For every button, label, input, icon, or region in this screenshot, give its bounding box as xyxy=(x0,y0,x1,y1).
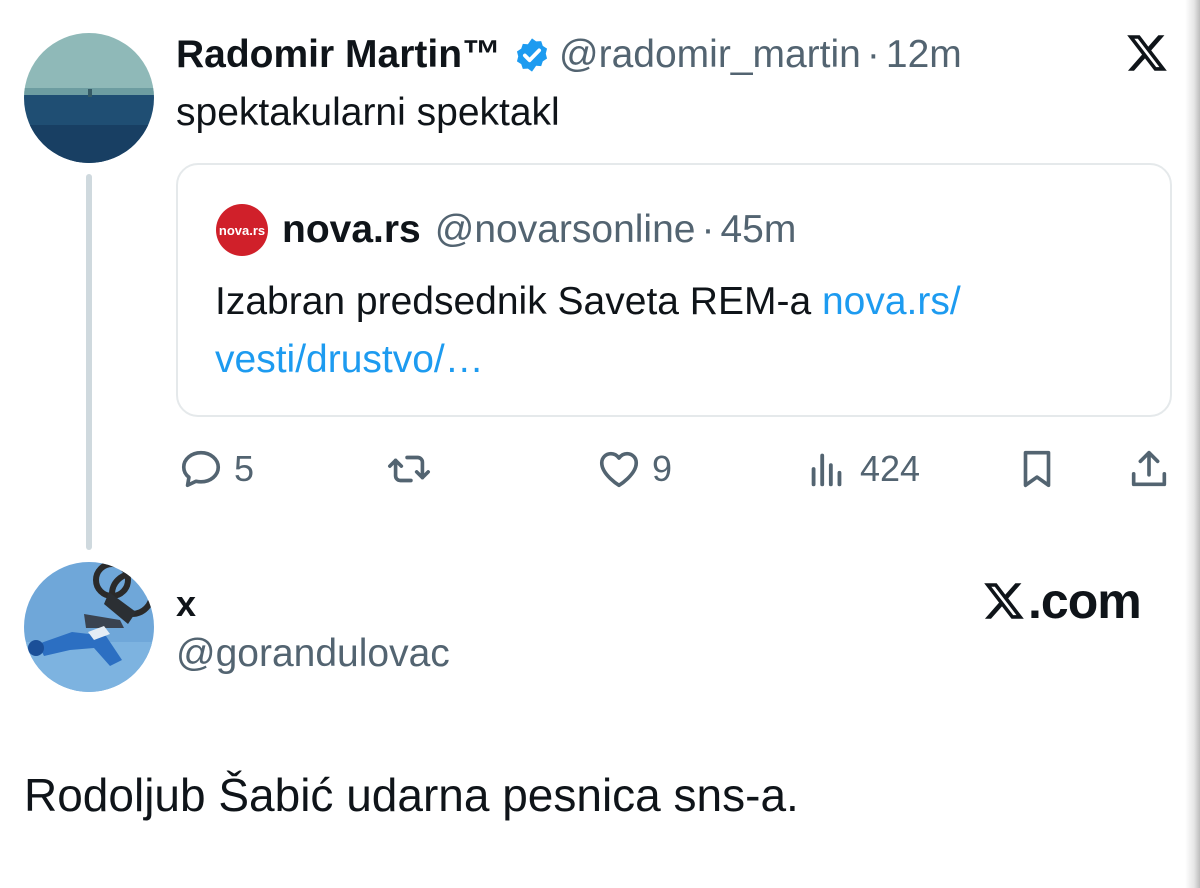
verified-badge-icon xyxy=(513,36,551,74)
author-name[interactable]: Radomir Martin™ xyxy=(176,33,501,77)
post-text: Rodoljub Šabić udarna pesnica sns-a. xyxy=(24,769,799,821)
article-link-part1[interactable]: nova.rs/ xyxy=(822,280,961,323)
share-icon xyxy=(1131,450,1167,487)
tweet-actions-bar: 5 9 424 xyxy=(176,444,1172,494)
quoted-tweet-header: nova.rs nova.rs @novarsonline · 45m xyxy=(216,204,796,256)
x-logo-icon xyxy=(1124,31,1170,75)
x-com-brand-text: .com xyxy=(1028,573,1142,629)
reply-icon xyxy=(181,450,221,488)
scrollbar-edge xyxy=(1185,0,1200,888)
tweet-header: Radomir Martin™ @radomir_martin · 12m xyxy=(176,30,962,80)
separator-dot: · xyxy=(866,33,880,76)
nova-rs-logo: nova.rs xyxy=(216,204,268,256)
reply-button[interactable]: 5 xyxy=(178,444,254,494)
views-icon xyxy=(811,453,842,487)
avatar-radomir-martin[interactable] xyxy=(24,33,154,163)
view-count: 424 xyxy=(860,448,921,489)
like-count: 9 xyxy=(652,448,673,489)
x-logo-icon xyxy=(984,583,1024,619)
post-author-name[interactable]: x xyxy=(176,583,196,625)
tweet-text: spektakularni spektakl xyxy=(176,91,560,134)
retweet-button[interactable] xyxy=(386,444,432,494)
article-link-part2[interactable]: vesti/drustvo/… xyxy=(215,338,484,381)
post-author-handle[interactable]: @gorandulovac xyxy=(176,632,450,676)
like-button[interactable]: 9 xyxy=(596,444,672,494)
x-com-brand: .com xyxy=(982,572,1142,630)
retweet-icon xyxy=(388,455,430,483)
quoted-tweet-text: Izabran predsednik Saveta REM-a nova.rs/… xyxy=(215,273,1115,389)
like-icon xyxy=(599,451,639,488)
reply-count: 5 xyxy=(234,448,255,489)
share-button[interactable] xyxy=(1126,444,1172,494)
quoted-tweet-card[interactable]: nova.rs nova.rs @novarsonline · 45m Izab… xyxy=(176,163,1172,417)
quoted-author-handle[interactable]: @novarsonline xyxy=(435,208,696,252)
thread-connector-line xyxy=(86,174,92,550)
avatar-gorandulovac[interactable] xyxy=(24,562,154,692)
quoted-tweet-time[interactable]: 45m xyxy=(720,208,796,252)
quoted-author-name[interactable]: nova.rs xyxy=(282,208,421,252)
bookmark-button[interactable] xyxy=(1014,444,1060,494)
quoted-tweet-body: Izabran predsednik Saveta REM-a xyxy=(215,280,822,323)
author-handle[interactable]: @radomir_martin xyxy=(559,33,861,77)
tweet-time[interactable]: 12m xyxy=(886,33,962,77)
bookmark-icon xyxy=(1023,450,1051,488)
views-button[interactable]: 424 xyxy=(804,444,920,494)
separator-dot: · xyxy=(701,208,715,251)
